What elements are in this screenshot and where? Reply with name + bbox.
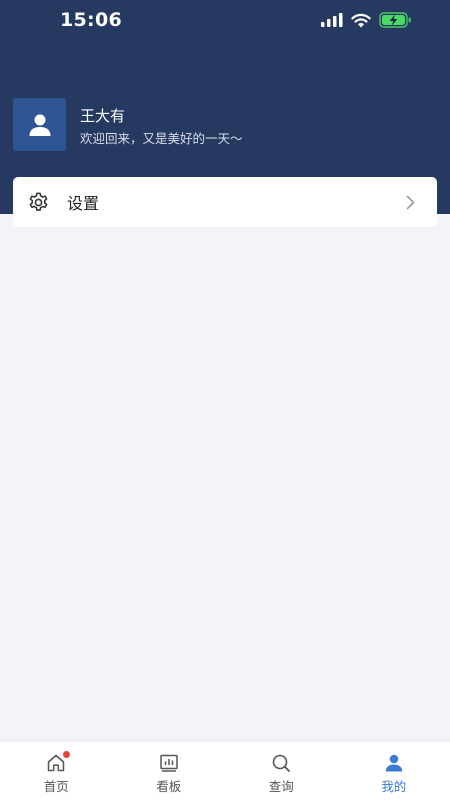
status-icons (321, 11, 412, 29)
user-icon (384, 753, 404, 773)
chevron-right-icon (406, 195, 415, 210)
signal-icon (321, 13, 343, 27)
nav-item-search[interactable]: 查询 (225, 742, 338, 801)
gear-icon (27, 191, 50, 214)
search-icon (271, 753, 291, 773)
nav-label-search: 查询 (269, 776, 294, 795)
user-name: 王大有 (80, 105, 125, 126)
nav-label-board: 看板 (156, 776, 181, 795)
nav-label-home: 首页 (44, 776, 69, 795)
notification-badge-dot (63, 751, 70, 758)
nav-label-mine: 我的 (381, 776, 406, 795)
welcome-message: 欢迎回来，又是美好的一天～ (80, 128, 243, 147)
chart-board-icon (159, 753, 179, 773)
nav-item-mine[interactable]: 我的 (338, 742, 450, 801)
avatar[interactable] (13, 98, 66, 151)
nav-item-home[interactable]: 首页 (0, 742, 113, 801)
nav-item-board[interactable]: 看板 (113, 742, 226, 801)
status-time: 15:06 (60, 9, 122, 31)
battery-charging-icon (379, 12, 412, 28)
bottom-nav: 首页 看板 查询 我的 (0, 741, 450, 801)
settings-label: 设置 (67, 190, 99, 214)
user-icon (27, 112, 53, 138)
wifi-icon (351, 13, 371, 28)
settings-row[interactable]: 设置 (13, 177, 437, 227)
